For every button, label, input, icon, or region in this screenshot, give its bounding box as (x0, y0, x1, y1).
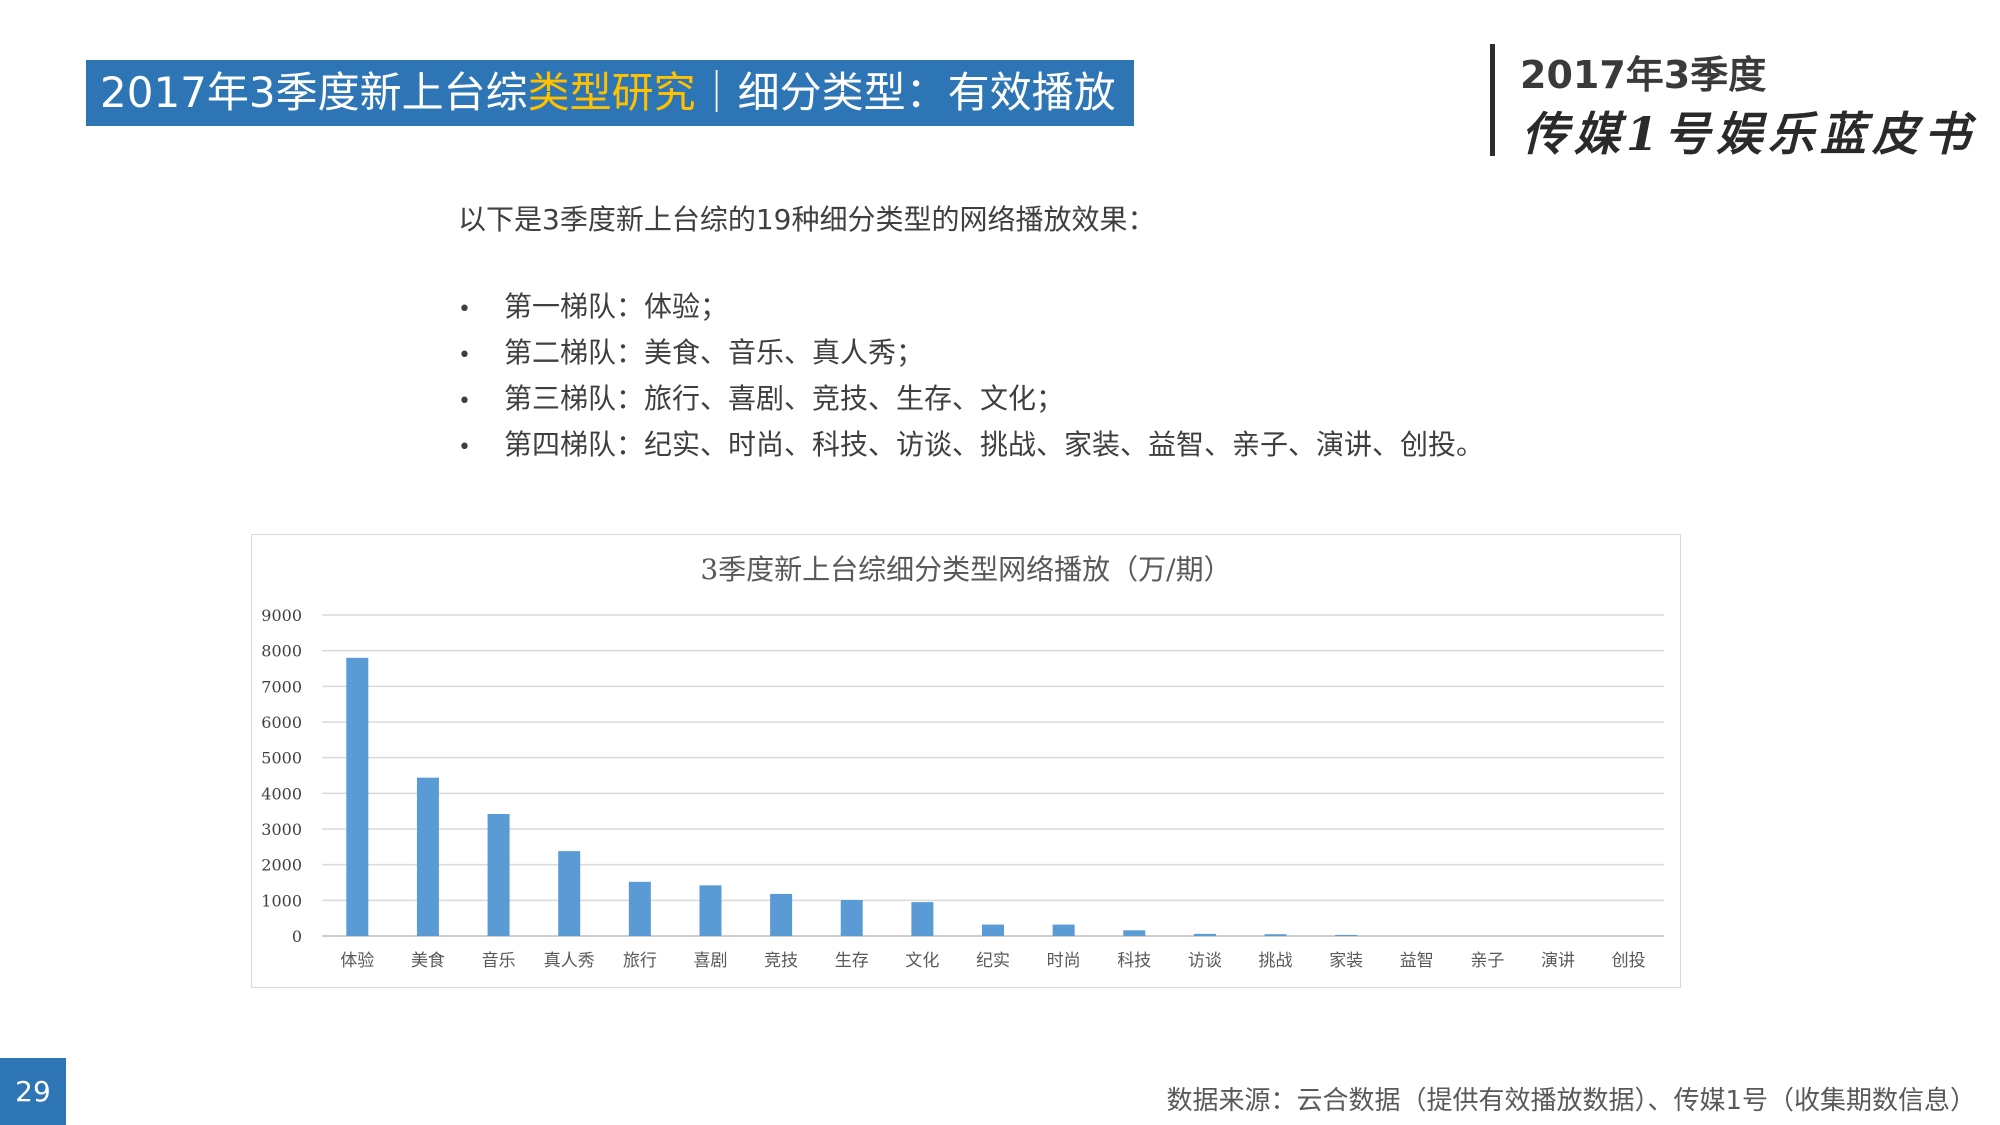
x-tick-label: 纪实 (976, 951, 1010, 971)
chart-container: 3季度新上台综细分类型网络播放（万/期） 0 1000 2000 3000 4000 500… (251, 534, 1681, 988)
brand-year: 2017年3季度 (1520, 53, 1767, 97)
brand-divider (1490, 44, 1495, 156)
x-tick-label: 旅行 (623, 951, 657, 971)
bar (1193, 933, 1216, 936)
bar (1123, 930, 1146, 936)
bar (416, 777, 439, 936)
bar (487, 814, 510, 936)
x-tick-label: 美食 (411, 951, 445, 971)
bar (911, 902, 934, 936)
y-tick-label: 0 (292, 927, 302, 946)
y-tick-label: 6000 (261, 713, 302, 732)
bar (346, 657, 369, 936)
x-tick-label: 益智 (1400, 951, 1434, 971)
bullet-icon: • (458, 297, 471, 322)
bar (558, 851, 581, 936)
slide-title-highlight: 类型研究 (527, 68, 696, 117)
x-tick-label: 科技 (1117, 951, 1151, 971)
chart-title: 3季度新上台综细分类型网络播放（万/期） (700, 553, 1231, 586)
y-tick-label: 2000 (261, 856, 302, 875)
tier-item: • 第一梯队：体验； (458, 284, 1484, 330)
page-number: 29 (0, 1058, 66, 1125)
x-tick-label: 家装 (1329, 951, 1363, 971)
bullet-icon: • (458, 435, 471, 460)
x-tick-label: 音乐 (482, 951, 516, 971)
bar (840, 899, 863, 936)
x-tick-label: 亲子 (1470, 951, 1504, 971)
x-tick-label: 生存 (835, 951, 869, 971)
bar-chart: 3季度新上台综细分类型网络播放（万/期） 0 1000 2000 3000 4000 500… (261, 553, 1664, 971)
brand-logo-text: 传媒1号娱乐蓝皮书 (1522, 107, 1977, 161)
tier-item: • 第四梯队：纪实、时尚、科技、访谈、挑战、家装、益智、亲子、演讲、创投。 (458, 422, 1484, 468)
bullet-icon: • (458, 343, 471, 368)
bar (982, 924, 1004, 936)
tier-item: • 第二梯队：美食、音乐、真人秀； (458, 330, 1484, 376)
x-tick-label: 竞技 (764, 951, 798, 971)
tier-item: • 第三梯队：旅行、喜剧、竞技、生存、文化； (458, 376, 1484, 422)
data-source-note: 数据来源：云合数据（提供有效播放数据）、传媒1号（收集期数信息） (1166, 1086, 1976, 1116)
bullet-icon: • (458, 389, 471, 414)
x-tick-label: 喜剧 (693, 951, 727, 971)
slide-title-suffix: ｜细分类型：有效播放 (695, 68, 1116, 117)
intro-text: 以下是3季度新上台综的19种细分类型的网络播放效果： (458, 203, 1156, 236)
y-tick-label: 1000 (261, 891, 302, 910)
tier-text: 第一梯队：体验； (504, 290, 729, 323)
bar (699, 885, 722, 936)
bar (1052, 924, 1075, 936)
y-tick-label: 3000 (261, 820, 302, 839)
x-tick-label: 访谈 (1188, 951, 1222, 971)
tier-text: 第二梯队：美食、音乐、真人秀； (504, 336, 925, 369)
bar (1335, 934, 1358, 936)
x-tick-label: 真人秀 (544, 951, 595, 971)
x-tick-label: 时尚 (1047, 951, 1081, 971)
x-tick-label: 创投 (1612, 951, 1646, 971)
bar (770, 893, 793, 936)
tier-list: • 第一梯队：体验； • 第二梯队：美食、音乐、真人秀； • 第三梯队：旅行、喜剧、竞… (458, 284, 1484, 468)
tier-text: 第四梯队：纪实、时尚、科技、访谈、挑战、家装、益智、亲子、演讲、创投。 (504, 428, 1485, 461)
slide-title: 2017年3季度新上台综类型研究｜细分类型：有效播放 (86, 60, 1134, 126)
x-tick-label: 挑战 (1259, 951, 1293, 971)
x-tick-label: 演讲 (1541, 951, 1575, 971)
bar (1264, 934, 1287, 936)
y-tick-label: 8000 (261, 642, 302, 661)
y-tick-label: 5000 (261, 749, 302, 768)
slide-title-prefix: 2017年3季度新上台综 (100, 68, 528, 117)
y-tick-label: 7000 (261, 677, 302, 696)
y-tick-label: 9000 (261, 606, 302, 625)
x-tick-label: 文化 (905, 951, 939, 971)
y-tick-label: 4000 (261, 784, 302, 803)
tier-text: 第三梯队：旅行、喜剧、竞技、生存、文化； (504, 382, 1065, 415)
bar (628, 881, 651, 936)
x-tick-label: 体验 (340, 951, 374, 971)
